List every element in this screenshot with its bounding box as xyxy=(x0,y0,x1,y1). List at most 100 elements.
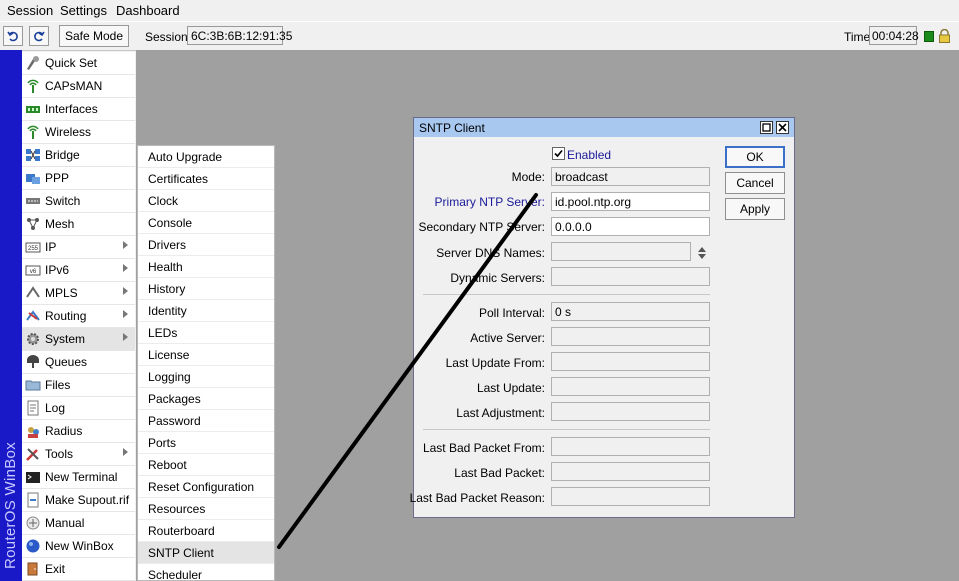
primary-ntp-input[interactable]: id.pool.ntp.org xyxy=(551,192,710,211)
submenu-item-clock[interactable]: Clock xyxy=(138,190,274,212)
submenu-item-console[interactable]: Console xyxy=(138,212,274,234)
secondary-ntp-input[interactable]: 0.0.0.0 xyxy=(551,217,710,236)
folder-icon xyxy=(25,377,41,393)
routing-icon xyxy=(25,308,41,324)
sidebar-item-interfaces[interactable]: Interfaces xyxy=(22,98,135,121)
submenu-item-identity[interactable]: Identity xyxy=(138,300,274,322)
sidebar-item-ipv6[interactable]: v6 IPv6 xyxy=(22,259,135,282)
submenu-item-scheduler[interactable]: Scheduler xyxy=(138,564,274,580)
submenu-item-auto-upgrade[interactable]: Auto Upgrade xyxy=(138,146,274,168)
mode-field[interactable]: broadcast xyxy=(551,167,710,186)
interfaces-icon xyxy=(25,101,41,117)
submenu-arrow-icon xyxy=(123,264,128,272)
enabled-label[interactable]: Enabled xyxy=(567,148,611,162)
sidebar-item-label: Manual xyxy=(45,516,85,530)
active-server-label: Active Server: xyxy=(470,331,545,345)
submenu-arrow-icon xyxy=(123,241,128,249)
sidebar-item-make-supout-rif[interactable]: Make Supout.rif xyxy=(22,489,135,512)
sidebar-item-label: MPLS xyxy=(45,286,78,300)
sidebar-item-files[interactable]: Files xyxy=(22,374,135,397)
sidebar-item-routing[interactable]: Routing xyxy=(22,305,135,328)
sidebar-item-bridge[interactable]: Bridge xyxy=(22,144,135,167)
sidebar-item-wireless[interactable]: Wireless xyxy=(22,121,135,144)
enabled-checkbox[interactable] xyxy=(552,147,565,160)
submenu-item-history[interactable]: History xyxy=(138,278,274,300)
dynamic-servers-field xyxy=(551,267,710,286)
submenu-item-routerboard[interactable]: Routerboard xyxy=(138,520,274,542)
sidebar-item-tools[interactable]: Tools xyxy=(22,443,135,466)
submenu-arrow-icon xyxy=(123,310,128,318)
last-bad-packet-field xyxy=(551,462,710,481)
sidebar-item-label: System xyxy=(45,332,86,346)
undo-button[interactable] xyxy=(3,26,23,46)
sidebar-item-capsman[interactable]: CAPsMAN xyxy=(22,75,135,98)
sidebar-item-manual[interactable]: Manual xyxy=(22,512,135,535)
submenu-item-license[interactable]: License xyxy=(138,344,274,366)
ip-icon: 255 xyxy=(25,239,41,255)
submenu-item-reboot[interactable]: Reboot xyxy=(138,454,274,476)
poll-interval-label: Poll Interval: xyxy=(478,306,545,320)
last-update-from-label: Last Update From: xyxy=(445,356,545,370)
last-update-field xyxy=(551,377,710,396)
radius-icon xyxy=(25,423,41,439)
submenu-item-resources[interactable]: Resources xyxy=(138,498,274,520)
submenu-item-password[interactable]: Password xyxy=(138,410,274,432)
sidebar-item-quick-set[interactable]: Quick Set xyxy=(22,52,135,75)
last-adjustment-label: Last Adjustment: xyxy=(456,406,545,420)
submenu-item-sntp-client[interactable]: SNTP Client xyxy=(138,542,274,564)
sidebar-item-label: Make Supout.rif xyxy=(45,493,130,507)
status-indicator-icon xyxy=(924,31,934,42)
sidebar-item-label: Queues xyxy=(45,355,88,369)
redo-button[interactable] xyxy=(29,26,49,46)
sidebar-item-label: Routing xyxy=(45,309,87,323)
ok-button[interactable]: OK xyxy=(725,146,785,168)
submenu-item-reset-configuration[interactable]: Reset Configuration xyxy=(138,476,274,498)
sidebar-item-mpls[interactable]: MPLS xyxy=(22,282,135,305)
submenu-item-ports[interactable]: Ports xyxy=(138,432,274,454)
close-icon[interactable] xyxy=(776,121,789,134)
menu-bar: Session Settings Dashboard xyxy=(0,0,959,21)
sidebar-item-queues[interactable]: Queues xyxy=(22,351,135,374)
sidebar-item-new-winbox[interactable]: New WinBox xyxy=(22,535,135,558)
submenu-item-logging[interactable]: Logging xyxy=(138,366,274,388)
apply-button[interactable]: Apply xyxy=(725,198,785,220)
mesh-icon xyxy=(25,216,41,232)
manual-icon xyxy=(25,515,41,531)
cancel-button[interactable]: Cancel xyxy=(725,172,785,194)
last-update-from-field xyxy=(551,352,710,371)
sidebar-item-log[interactable]: Log xyxy=(22,397,135,420)
sidebar-item-label: PPP xyxy=(45,171,70,185)
spinner-icon[interactable] xyxy=(696,245,708,261)
dns-names-field[interactable] xyxy=(551,242,691,261)
ipv6-icon: v6 xyxy=(25,262,41,278)
safe-mode-button[interactable]: Safe Mode xyxy=(59,25,129,47)
sidebar-item-switch[interactable]: Switch xyxy=(22,190,135,213)
sidebar-item-radius[interactable]: Radius xyxy=(22,420,135,443)
sidebar-item-ppp[interactable]: PPP xyxy=(22,167,135,190)
dialog-title-bar[interactable]: SNTP Client xyxy=(414,118,794,137)
submenu-item-certificates[interactable]: Certificates xyxy=(138,168,274,190)
menu-settings[interactable]: Settings xyxy=(60,3,107,18)
submenu-item-packages[interactable]: Packages xyxy=(138,388,274,410)
sidebar-item-new-terminal[interactable]: New Terminal xyxy=(22,466,135,489)
sidebar-item-system[interactable]: System xyxy=(22,328,135,351)
brand-bar: RouterOS WinBox xyxy=(0,50,22,581)
submenu-item-health[interactable]: Health xyxy=(138,256,274,278)
maximize-icon[interactable] xyxy=(760,121,773,134)
menu-session[interactable]: Session xyxy=(7,3,53,18)
sidebar-item-ip[interactable]: 255 IP xyxy=(22,236,135,259)
system-submenu: Auto Upgrade Certificates Clock Console Driv… xyxy=(137,145,275,581)
submenu-item-leds[interactable]: LEDs xyxy=(138,322,274,344)
sidebar-item-label: Exit xyxy=(45,562,66,576)
sidebar-item-mesh[interactable]: Mesh xyxy=(22,213,135,236)
time-value: 00:04:28 xyxy=(869,26,919,45)
menu-dashboard[interactable]: Dashboard xyxy=(116,3,180,18)
toolbar: Safe Mode Session: 6C:3B:6B:12:91:35 Tim… xyxy=(0,21,959,51)
last-bad-packet-label: Last Bad Packet: xyxy=(454,466,545,480)
gear-icon xyxy=(25,331,41,347)
supout-icon xyxy=(25,492,41,508)
sidebar-item-label: Switch xyxy=(45,194,81,208)
sntp-client-dialog: SNTP Client Enabled Mode: broadcast Prim… xyxy=(410,117,795,518)
submenu-item-drivers[interactable]: Drivers xyxy=(138,234,274,256)
sidebar-item-exit[interactable]: Exit xyxy=(22,558,135,581)
